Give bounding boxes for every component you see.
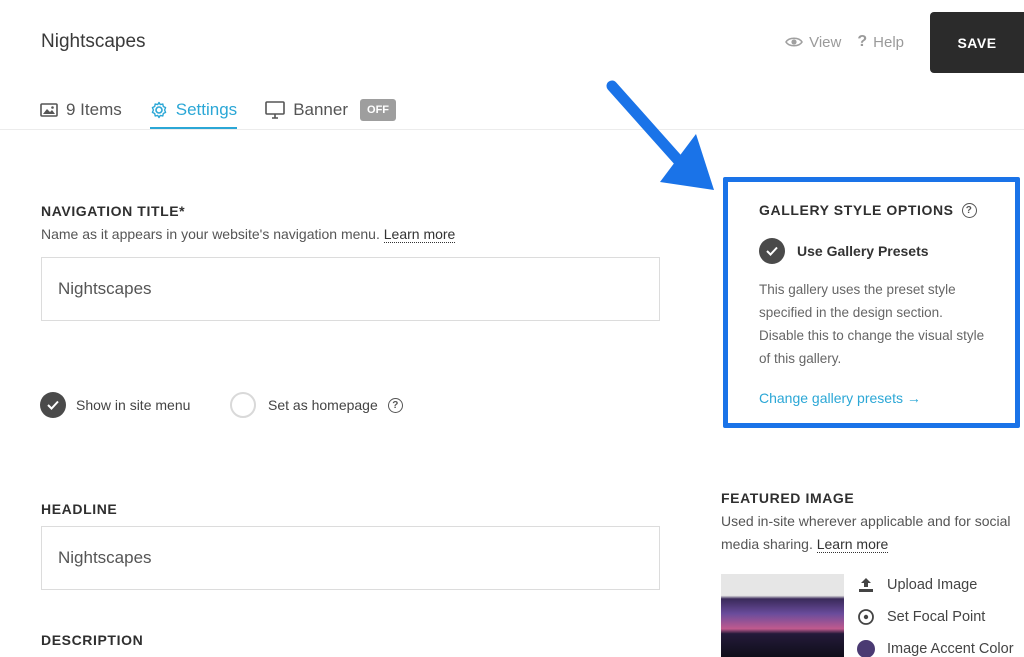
question-icon: ? [857, 33, 868, 50]
set-focal-point-button[interactable]: Set Focal Point [857, 607, 1014, 626]
change-presets-link[interactable]: Change gallery presets → [759, 390, 984, 406]
show-in-menu-option[interactable]: Show in site menu [40, 392, 190, 418]
gallery-style-title-row: GALLERY STYLE OPTIONS ? [759, 202, 984, 218]
featured-image-thumbnail [721, 574, 844, 657]
navigation-title-hint: Name as it appears in your website's nav… [41, 226, 456, 243]
monitor-icon [265, 101, 285, 119]
show-in-menu-checkbox[interactable] [40, 392, 66, 418]
banner-off-badge[interactable]: OFF [360, 99, 397, 121]
gallery-style-help-icon[interactable]: ? [961, 202, 977, 218]
headline-input[interactable]: Nightscapes [41, 526, 660, 590]
gallery-style-panel: GALLERY STYLE OPTIONS ? Use Gallery Pres… [723, 177, 1020, 428]
tab-items[interactable]: 9 Items [40, 92, 122, 128]
top-actions: View ? Help [785, 33, 904, 51]
set-homepage-checkbox[interactable] [230, 392, 256, 418]
navigation-hint-text: Name as it appears in your website's nav… [41, 226, 380, 242]
focal-point-icon [858, 608, 874, 625]
navigation-learn-more-link[interactable]: Learn more [383, 226, 456, 243]
featured-image-learn-more-link[interactable]: Learn more [816, 536, 889, 553]
accent-color-swatch[interactable] [857, 639, 875, 657]
description-label: DESCRIPTION [41, 632, 144, 648]
annotation-arrow [606, 80, 714, 190]
featured-image-label: FEATURED IMAGE [721, 490, 855, 506]
set-focal-point-label: Set Focal Point [887, 608, 986, 625]
tab-settings-label: Settings [175, 100, 238, 119]
tab-banner[interactable]: Banner OFF [265, 92, 397, 128]
use-presets-label: Use Gallery Presets [797, 243, 929, 259]
help-button[interactable]: ? Help [857, 33, 904, 51]
navigation-title-label: NAVIGATION TITLE* [41, 203, 186, 219]
image-accent-color-button[interactable]: Image Accent Color [857, 639, 1014, 657]
use-presets-option[interactable]: Use Gallery Presets [759, 238, 984, 264]
gallery-style-title: GALLERY STYLE OPTIONS [759, 202, 954, 218]
show-in-menu-label: Show in site menu [76, 397, 191, 413]
gallery-style-description: This gallery uses the preset style speci… [759, 282, 985, 366]
navigation-title-input[interactable]: Nightscapes [41, 257, 660, 321]
checkmark-icon [47, 400, 59, 410]
eye-icon [785, 37, 804, 47]
tab-divider [0, 129, 1024, 130]
headline-label: HEADLINE [41, 501, 118, 517]
gear-icon [151, 101, 167, 119]
use-presets-checkbox[interactable] [759, 238, 785, 264]
help-label: Help [873, 33, 904, 51]
image-icon [40, 103, 58, 117]
tab-bar: 9 Items Settings Banner OFF [40, 92, 397, 129]
featured-image-actions: Upload Image Set Focal Point Image Accen… [857, 575, 1014, 657]
image-accent-color-label: Image Accent Color [887, 640, 1014, 657]
upload-icon [859, 577, 873, 592]
page-title: Nightscapes [41, 31, 146, 52]
view-button[interactable]: View [785, 34, 841, 51]
tab-banner-label: Banner [293, 100, 349, 119]
checkmark-icon [766, 246, 778, 256]
set-homepage-label: Set as homepage [268, 397, 378, 413]
save-button[interactable]: SAVE [930, 12, 1024, 73]
tab-settings[interactable]: Settings [149, 92, 238, 129]
upload-image-label: Upload Image [887, 576, 978, 593]
tab-items-label: 9 Items [66, 100, 122, 119]
featured-image-hint: Used in-site wherever applicable and for… [721, 510, 1024, 556]
view-label: View [809, 33, 842, 51]
upload-image-button[interactable]: Upload Image [857, 575, 1014, 594]
homepage-help-icon[interactable]: ? [387, 397, 403, 413]
set-homepage-option[interactable]: Set as homepage ? [230, 392, 403, 418]
